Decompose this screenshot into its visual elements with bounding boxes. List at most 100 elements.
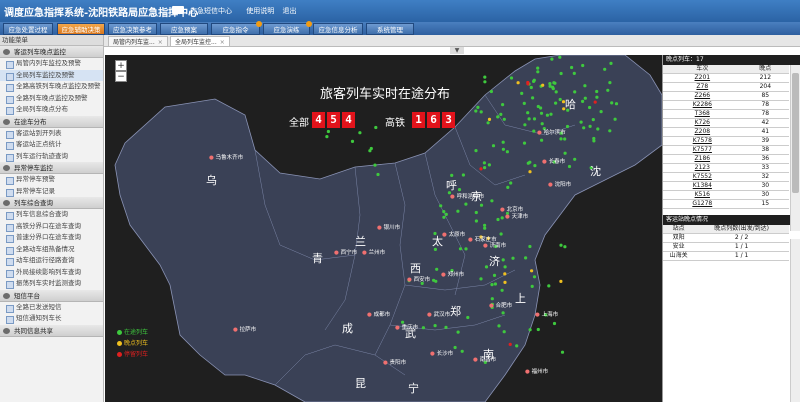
- nav-tab[interactable]: 应急辅助决策: [57, 23, 105, 35]
- train-number-link[interactable]: Z201: [663, 73, 742, 83]
- sidebar-item[interactable]: 列车运行轨迹查询: [0, 151, 103, 163]
- train-dot[interactable]: [554, 101, 558, 105]
- train-dot[interactable]: [482, 161, 486, 165]
- train-dot[interactable]: [458, 247, 463, 251]
- train-dot[interactable]: [515, 344, 519, 348]
- train-dot[interactable]: [536, 327, 540, 332]
- train-dot[interactable]: [509, 181, 513, 185]
- train-dot[interactable]: [474, 149, 478, 153]
- train-number-link[interactable]: K726: [663, 118, 742, 128]
- train-dot[interactable]: [505, 150, 509, 154]
- sidebar-item[interactable]: 客运站到开列表: [0, 128, 103, 140]
- train-dot[interactable]: [502, 117, 506, 121]
- train-dot[interactable]: [474, 109, 478, 113]
- sidebar-section[interactable]: 客运列车晚点监控: [0, 46, 103, 58]
- train-dot[interactable]: [595, 89, 599, 94]
- train-dot[interactable]: [523, 123, 527, 127]
- train-dot[interactable]: [461, 173, 465, 177]
- train-dot[interactable]: [503, 272, 507, 276]
- train-dot[interactable]: [501, 147, 505, 151]
- table-row[interactable]: K726 42: [663, 118, 789, 128]
- train-dot[interactable]: [588, 105, 592, 110]
- sidebar-section[interactable]: 异常停车监控: [0, 162, 103, 174]
- train-dot[interactable]: [531, 96, 535, 100]
- table-row[interactable]: 2123 33: [663, 163, 789, 173]
- train-dot[interactable]: [444, 212, 448, 216]
- train-dot[interactable]: [358, 131, 362, 135]
- trains-scrollbar[interactable]: [790, 65, 800, 231]
- train-dot[interactable]: [567, 164, 572, 169]
- train-dot[interactable]: [613, 117, 617, 121]
- train-dot[interactable]: [500, 288, 504, 292]
- train-dot[interactable]: [530, 284, 534, 288]
- sidebar-item[interactable]: 动车组运行径路查询: [0, 255, 103, 267]
- train-dot[interactable]: [479, 110, 483, 114]
- table-row[interactable]: Z186 36: [663, 154, 789, 164]
- train-dot[interactable]: [526, 111, 530, 115]
- train-dot[interactable]: [533, 164, 537, 168]
- train-dot[interactable]: [442, 210, 446, 214]
- nav-tab[interactable]: 应急决策参考: [108, 23, 157, 35]
- train-dot[interactable]: [508, 342, 512, 346]
- train-dot[interactable]: [548, 84, 552, 88]
- train-dot[interactable]: [550, 57, 554, 61]
- train-dot[interactable]: [496, 115, 500, 119]
- train-dot[interactable]: [603, 67, 607, 71]
- train-dot[interactable]: [527, 117, 531, 121]
- train-dot[interactable]: [487, 163, 491, 167]
- table-row[interactable]: Z78 204: [663, 82, 789, 92]
- train-dot[interactable]: [579, 120, 583, 124]
- collapse-toggle[interactable]: ▼: [450, 47, 464, 54]
- sidebar-section[interactable]: 列车综合查询: [0, 197, 103, 209]
- train-dot[interactable]: [554, 90, 558, 94]
- sidebar-item[interactable]: 全路列车晚点监控及预警: [0, 93, 103, 105]
- train-dot[interactable]: [516, 81, 520, 85]
- help-link[interactable]: 使用说明: [246, 7, 274, 15]
- train-dot[interactable]: [552, 321, 557, 326]
- train-dot[interactable]: [499, 232, 503, 236]
- train-dot[interactable]: [464, 202, 468, 206]
- sidebar-item[interactable]: 振荡列车实时监测查询: [0, 278, 103, 290]
- train-dot[interactable]: [490, 297, 494, 301]
- train-dot[interactable]: [435, 267, 439, 271]
- train-dot[interactable]: [582, 126, 586, 130]
- train-dot[interactable]: [479, 277, 483, 281]
- train-number-link[interactable]: T368: [663, 109, 742, 119]
- train-dot[interactable]: [479, 167, 483, 171]
- train-dot[interactable]: [484, 265, 489, 269]
- table-row[interactable]: Z266 85: [663, 91, 789, 101]
- train-dot[interactable]: [592, 139, 596, 143]
- train-dot[interactable]: [559, 279, 563, 283]
- train-dot[interactable]: [474, 219, 478, 223]
- table-row[interactable]: Z201 212: [663, 73, 789, 83]
- train-dot[interactable]: [486, 121, 490, 125]
- train-dot[interactable]: [532, 117, 537, 121]
- train-dot[interactable]: [581, 63, 585, 68]
- train-dot[interactable]: [453, 345, 457, 350]
- sidebar-item[interactable]: 外局接续影响列车查询: [0, 267, 103, 279]
- train-number-link[interactable]: Z266: [663, 91, 742, 101]
- train-dot[interactable]: [563, 151, 567, 155]
- train-dot[interactable]: [570, 65, 574, 70]
- train-dot[interactable]: [573, 157, 577, 161]
- train-dot[interactable]: [536, 66, 540, 70]
- train-dot[interactable]: [374, 125, 378, 130]
- tab-local-monitor[interactable]: 局管内列车监... ×: [108, 36, 168, 47]
- train-dot[interactable]: [503, 280, 507, 284]
- tab-global-monitor[interactable]: 全局列车监控... ×: [170, 36, 230, 47]
- train-dot[interactable]: [483, 226, 487, 230]
- train-dot[interactable]: [501, 258, 505, 262]
- train-dot[interactable]: [563, 137, 567, 141]
- train-dot[interactable]: [421, 326, 425, 330]
- sidebar-item[interactable]: 列车信息综合查询: [0, 209, 103, 221]
- train-dot[interactable]: [539, 111, 544, 115]
- train-dot[interactable]: [483, 75, 487, 79]
- train-dot[interactable]: [456, 209, 460, 213]
- train-dot[interactable]: [526, 80, 530, 85]
- train-dot[interactable]: [610, 101, 614, 105]
- train-dot[interactable]: [501, 311, 505, 315]
- train-dot[interactable]: [593, 100, 597, 104]
- train-dot[interactable]: [466, 315, 470, 320]
- train-dot[interactable]: [492, 273, 497, 277]
- train-dot[interactable]: [460, 349, 464, 353]
